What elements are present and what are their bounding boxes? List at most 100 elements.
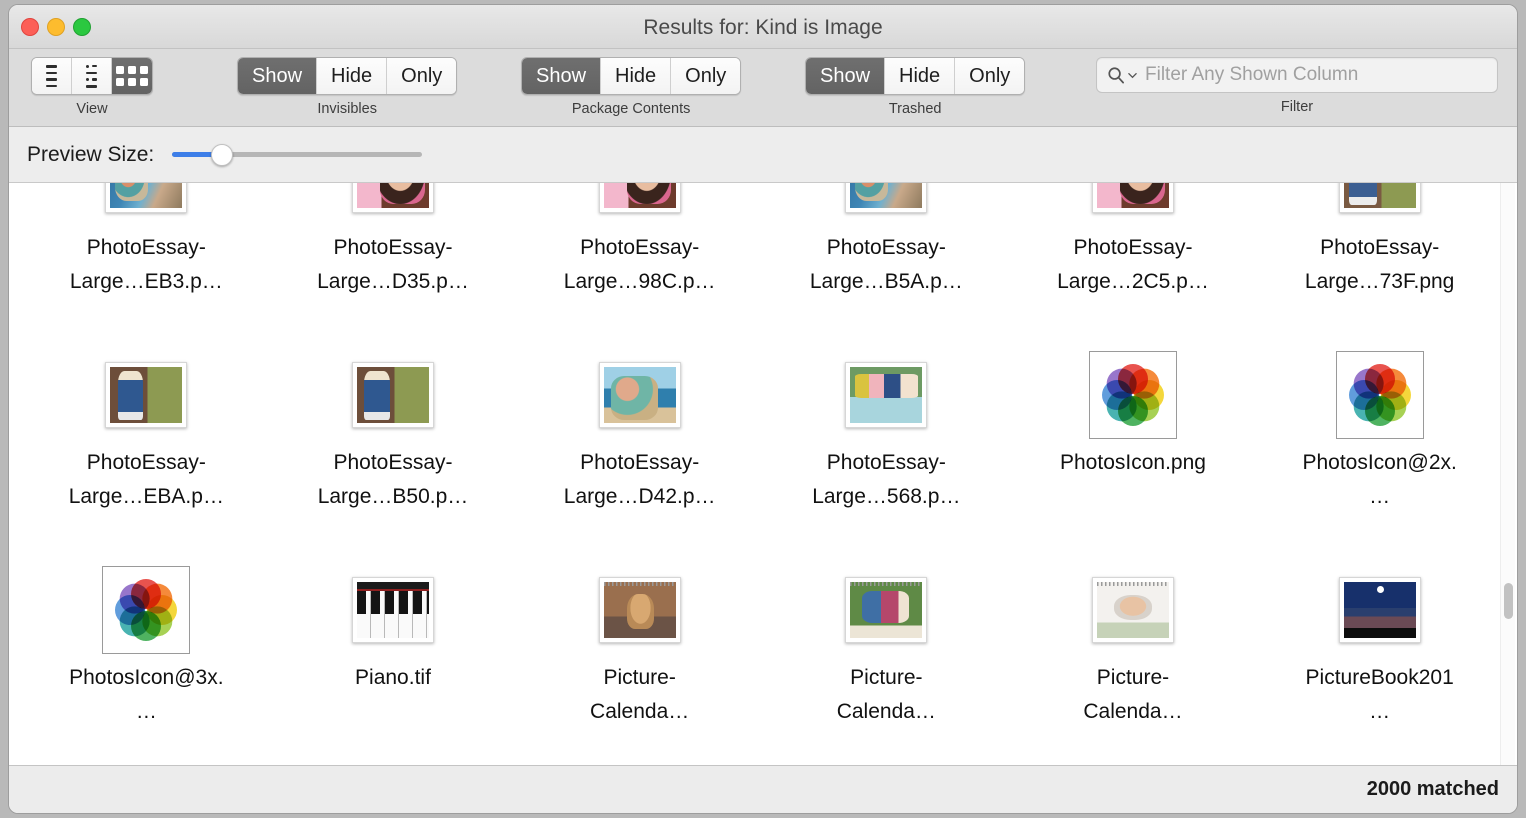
invisibles-hide-button[interactable]: Hide [317,58,387,94]
grid-item[interactable]: Picture-Calenda… [763,555,1010,765]
trashed-group-caption: Trashed [805,101,1025,117]
view-segmented-control[interactable] [31,57,153,95]
thumbnail-image [1344,582,1416,638]
thumbnail-frame [599,577,681,643]
thumbnail[interactable] [1328,354,1432,436]
thumbnail-frame [1092,577,1174,643]
invisibles-only-button[interactable]: Only [387,58,456,94]
preview-size-slider[interactable] [172,145,422,165]
grid-item[interactable]: PhotoEssay-Large…73F.png [1256,183,1503,340]
thumbnail-frame [599,362,681,428]
file-name-label: Piano.tif [313,661,473,695]
file-name-label: PictureBook201… [1300,661,1460,729]
thumbnail-frame [352,362,434,428]
grid-item[interactable]: PhotoEssay-Large…B50.p… [270,340,517,555]
grid-item[interactable]: PhotosIcon@2x.… [1256,340,1503,555]
chevron-down-icon [1128,71,1137,80]
thumbnail[interactable] [341,183,445,221]
invisibles-show-button[interactable]: Show [238,58,317,94]
grid-item[interactable]: PhotoEssay-Large…D42.p… [516,340,763,555]
file-name-label: PhotoEssay-Large…D35.p… [313,231,473,299]
trashed-hide-button[interactable]: Hide [885,58,955,94]
grid-item[interactable]: PhotoEssay-Large…98C.p… [516,183,763,340]
package-contents-hide-button[interactable]: Hide [601,58,671,94]
matched-count: 2000 matched [1367,778,1499,801]
thumbnail[interactable] [94,354,198,436]
package-contents-segmented-control[interactable]: Show Hide Only [521,57,741,95]
filter-input[interactable] [1145,64,1487,86]
calendar-binding [604,582,676,586]
thumbnail[interactable] [94,183,198,221]
results-grid-area[interactable]: PhotoEssay-Large…EB3.p…PhotoEssay-Large…… [9,183,1517,765]
thumbnail-image [110,183,182,208]
file-name-label: PhotoEssay-Large…EBA.p… [66,446,226,514]
thumbnail-image [604,367,676,423]
thumbnail-frame [352,577,434,643]
calendar-binding [1097,582,1169,586]
scrollbar-thumb[interactable] [1504,583,1513,619]
thumbnail[interactable] [1328,183,1432,221]
thumbnail-frame [102,566,190,654]
grid-item[interactable]: PhotosIcon.png [1010,340,1257,555]
preview-size-label: Preview Size: [27,143,154,167]
file-name-label: PhotosIcon@2x.… [1300,446,1460,514]
thumbnail[interactable] [588,183,692,221]
thumbnail[interactable] [834,354,938,436]
file-name-label: PhotosIcon@3x.… [66,661,226,729]
view-group-caption: View [31,101,153,117]
thumbnail[interactable] [1081,569,1185,651]
grid-item[interactable]: PhotoEssay-Large…B5A.p… [763,183,1010,340]
grid-item[interactable]: PhotoEssay-Large…D35.p… [270,183,517,340]
thumbnail[interactable] [1328,569,1432,651]
invisibles-group-caption: Invisibles [237,101,457,117]
search-icon[interactable] [1107,66,1137,85]
toolbar: View Show Hide Only Invisibles Show Hide… [9,49,1517,127]
grid-item[interactable]: PhotosIcon@3x.… [23,555,270,765]
filter-search-field[interactable] [1096,57,1498,93]
thumbnail[interactable] [588,354,692,436]
package-contents-only-button[interactable]: Only [671,58,740,94]
filter-group: Filter [1096,57,1498,115]
thumbnail[interactable] [341,354,445,436]
grid-item[interactable]: Picture-Calenda… [516,555,763,765]
flat-list-view-button[interactable] [32,58,72,94]
thumbnail[interactable] [588,569,692,651]
hierarchical-list-view-button[interactable] [72,58,112,94]
thumbnail-image [604,582,676,638]
package-contents-group-caption: Package Contents [521,101,741,117]
slider-thumb[interactable] [211,144,233,166]
package-contents-group: Show Hide Only Package Contents [521,57,741,117]
grid-item[interactable]: Piano.tif [270,555,517,765]
thumbnail[interactable] [341,569,445,651]
photos-app-icon [107,571,185,649]
grid-item[interactable]: PhotoEssay-Large…EBA.p… [23,340,270,555]
thumbnail-image [850,183,922,208]
vertical-scrollbar[interactable] [1500,183,1515,765]
trashed-segmented-control[interactable]: Show Hide Only [805,57,1025,95]
grid-item[interactable]: Picture-Calenda… [1010,555,1257,765]
photos-app-icon [1341,356,1419,434]
grid-item[interactable]: PhotoEssay-Large…568.p… [763,340,1010,555]
trashed-show-button[interactable]: Show [806,58,885,94]
invisibles-segmented-control[interactable]: Show Hide Only [237,57,457,95]
thumbnail-frame [105,183,187,213]
preview-size-bar: Preview Size: [9,127,1517,183]
thumbnail[interactable] [94,569,198,651]
trashed-only-button[interactable]: Only [955,58,1024,94]
package-contents-show-button[interactable]: Show [522,58,601,94]
file-name-label: PhotosIcon.png [1053,446,1213,480]
thumbnail[interactable] [834,569,938,651]
thumbnail[interactable] [1081,354,1185,436]
grid-item[interactable]: PictureBook201… [1256,555,1503,765]
icon-grid-view-button[interactable] [112,58,152,94]
thumbnail[interactable] [1081,183,1185,221]
file-name-label: PhotoEssay-Large…2C5.p… [1053,231,1213,299]
thumbnail-frame [105,362,187,428]
thumbnail-frame [845,577,927,643]
grid-item[interactable]: PhotoEssay-Large…2C5.p… [1010,183,1257,340]
thumbnail[interactable] [834,183,938,221]
thumbnail-frame [1336,351,1424,439]
thumbnail-image [1097,582,1169,638]
grid-item[interactable]: PhotoEssay-Large…EB3.p… [23,183,270,340]
file-name-label: PhotoEssay-Large…568.p… [806,446,966,514]
